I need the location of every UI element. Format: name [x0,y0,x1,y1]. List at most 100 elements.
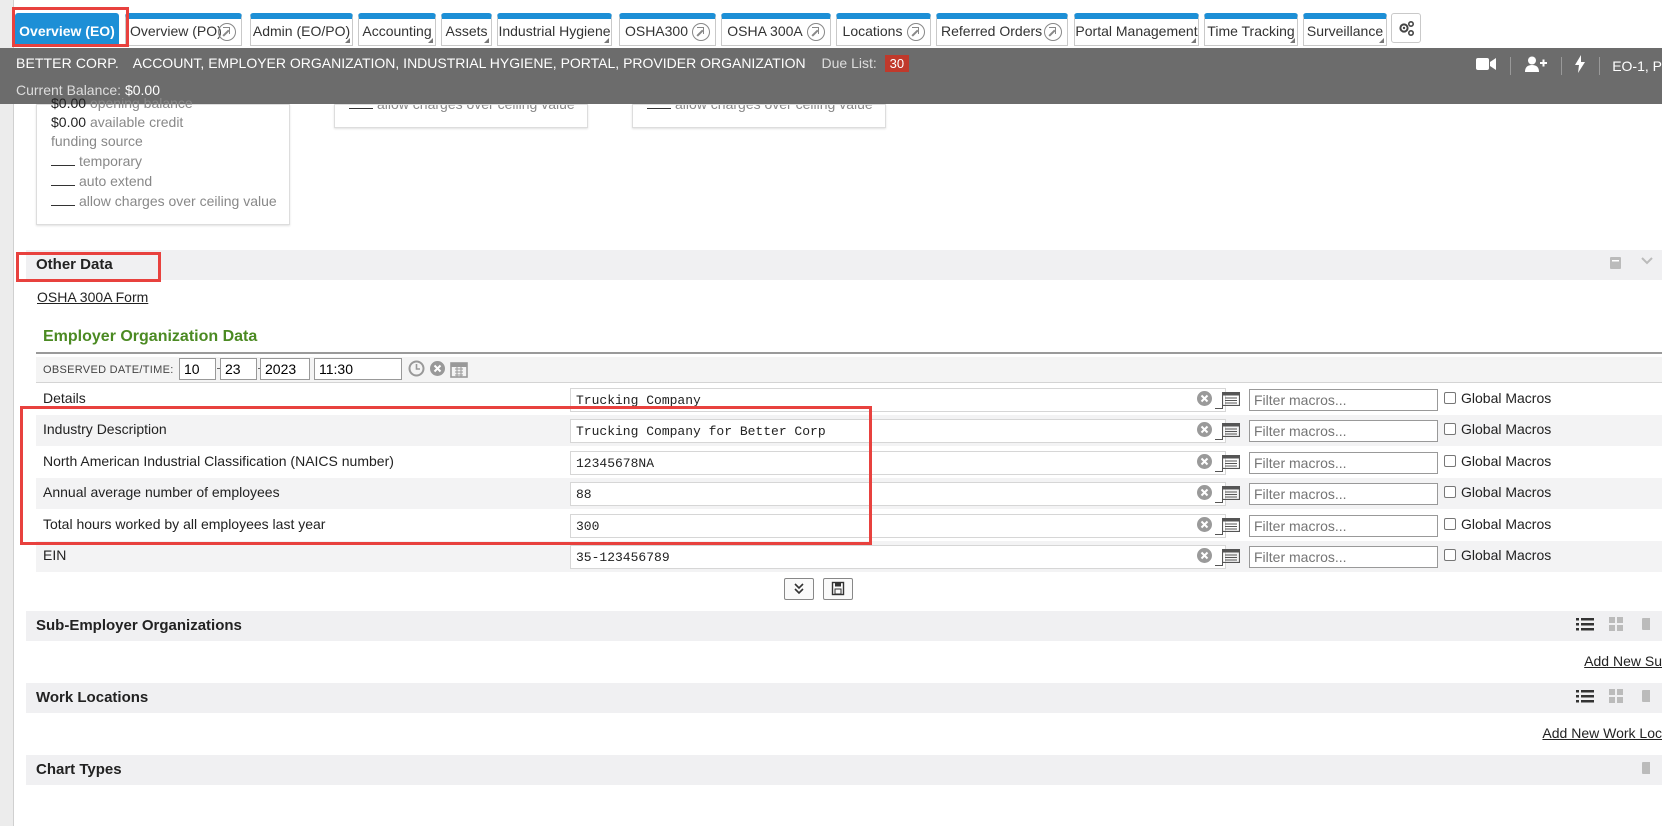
checkbox[interactable] [1444,455,1456,467]
add-new-work-location-link[interactable]: Add New Work Loc [1542,725,1662,741]
external-link-icon[interactable] [218,23,236,41]
external-link-icon[interactable] [807,23,825,41]
clear-field-icon[interactable] [1196,421,1213,438]
clock-icon[interactable] [408,360,425,377]
industry-description-textarea[interactable]: Trucking Company for Better Corp [570,419,1226,443]
annual-employees-textarea[interactable]: 88 [570,482,1226,506]
checkbox[interactable] [1444,549,1456,561]
chart-types-section-header[interactable]: Chart Types [26,755,1662,785]
video-camera-icon[interactable] [1475,57,1496,74]
tab-settings-button[interactable] [1391,13,1421,43]
notebook-icon[interactable] [1640,760,1662,780]
tab-label: Assets [445,23,488,39]
left-gutter [0,0,14,826]
ein-textarea[interactable]: 35-123456789 [570,545,1226,569]
work-locations-section-header[interactable]: Work Locations [26,683,1662,713]
global-macros-checkbox[interactable]: Global Macros [1444,390,1551,406]
checkbox[interactable] [1444,392,1456,404]
external-link-icon[interactable] [907,23,925,41]
dropdown-corner-icon [1379,38,1384,43]
observed-day-input[interactable] [220,358,257,380]
filter-macros-input[interactable] [1249,452,1438,474]
save-disk-icon [831,581,845,596]
filter-macros-input[interactable] [1249,389,1438,411]
field-value: Trucking Company for Better Corp [576,424,826,439]
notebook-icon[interactable] [1640,616,1662,636]
divider [1560,56,1562,75]
tab-osha-300a[interactable]: OSHA 300A [721,13,831,46]
tab-assets[interactable]: Assets [441,13,492,46]
tab-industrial-hygiene[interactable]: Industrial Hygiene [497,13,612,46]
macro-list-icon[interactable] [1222,392,1240,406]
global-macros-checkbox[interactable]: Global Macros [1444,547,1551,563]
external-link-icon[interactable] [1044,23,1062,41]
tab-referred-orders[interactable]: Referred Orders [936,13,1068,46]
naics-textarea[interactable]: 12345678NA [570,451,1226,475]
global-macros-checkbox[interactable]: Global Macros [1444,453,1551,469]
temporary-label: temporary [79,153,143,169]
details-textarea[interactable]: Trucking Company [570,388,1226,412]
save-button[interactable] [823,578,853,600]
row-label: Industry Description [43,421,167,437]
opening-balance-value: $0.00 [51,95,87,111]
dropdown-corner-icon [484,38,489,43]
add-user-icon[interactable] [1524,56,1547,75]
collapse-icon[interactable] [1640,255,1662,275]
tab-admin[interactable]: Admin (EO/PO) [250,13,353,46]
lightning-icon[interactable] [1575,55,1586,76]
tab-label: Accounting [362,23,432,39]
clear-field-icon[interactable] [1196,453,1213,470]
tab-accounting[interactable]: Accounting [358,13,436,46]
observed-time-input[interactable] [314,358,402,380]
grid-view-icon[interactable] [1608,688,1630,708]
allow-charges-label: allow charges over ceiling value [79,193,277,209]
calendar-icon[interactable] [450,360,468,378]
checkbox[interactable] [1444,518,1456,530]
checkbox[interactable] [1444,486,1456,498]
funding-source-label: funding source [51,133,143,149]
macro-list-icon[interactable] [1222,423,1240,437]
list-view-icon[interactable] [1576,688,1598,708]
clear-icon[interactable] [429,360,446,377]
due-list-count-badge[interactable]: 30 [884,55,910,72]
macro-list-icon[interactable] [1222,518,1240,532]
clear-field-icon[interactable] [1196,516,1213,533]
filter-macros-input[interactable] [1249,515,1438,537]
macro-list-icon[interactable] [1222,486,1240,500]
clear-field-icon[interactable] [1196,547,1213,564]
external-link-icon[interactable] [692,23,710,41]
tab-surveillance[interactable]: Surveillance [1303,13,1387,46]
clear-field-icon[interactable] [1196,484,1213,501]
expand-button[interactable] [784,578,814,600]
tab-portal-management[interactable]: Portal Management [1074,13,1199,46]
list-view-icon[interactable] [1576,616,1598,636]
filter-macros-input[interactable] [1249,483,1438,505]
global-macros-checkbox[interactable]: Global Macros [1444,484,1551,500]
tab-overview-po[interactable]: Overview (PO) [125,13,242,46]
global-macros-checkbox[interactable]: Global Macros [1444,516,1551,532]
filter-macros-input[interactable] [1249,546,1438,568]
sub-employer-organizations-section-header[interactable]: Sub-Employer Organizations [26,611,1662,641]
observed-year-input[interactable] [260,358,310,380]
add-new-sub-employer-link[interactable]: Add New Su [1584,653,1662,669]
total-hours-textarea[interactable]: 300 [570,514,1226,538]
notebook-icon[interactable] [1640,688,1662,708]
tab-label: Overview (EO) [19,23,115,39]
grid-view-icon[interactable] [1608,616,1630,636]
allow-charges-label: allow charges over ceiling value [377,104,575,112]
observed-month-input[interactable] [179,358,216,380]
osha-300a-form-link[interactable]: OSHA 300A Form [37,289,148,305]
tab-locations[interactable]: Locations [836,13,931,46]
filter-macros-input[interactable] [1249,420,1438,442]
tab-time-tracking[interactable]: Time Tracking [1204,13,1298,46]
macro-list-icon[interactable] [1222,549,1240,563]
tab-osha300[interactable]: OSHA300 [619,13,716,46]
global-macros-label: Global Macros [1461,453,1552,469]
checkbox[interactable] [1444,423,1456,435]
macro-list-icon[interactable] [1222,455,1240,469]
tab-overview-eo[interactable]: Overview (EO) [15,13,119,46]
other-data-section-header[interactable]: Other Data [26,250,1662,280]
global-macros-checkbox[interactable]: Global Macros [1444,421,1551,437]
clear-field-icon[interactable] [1196,390,1213,407]
notebook-icon[interactable] [1608,255,1630,275]
